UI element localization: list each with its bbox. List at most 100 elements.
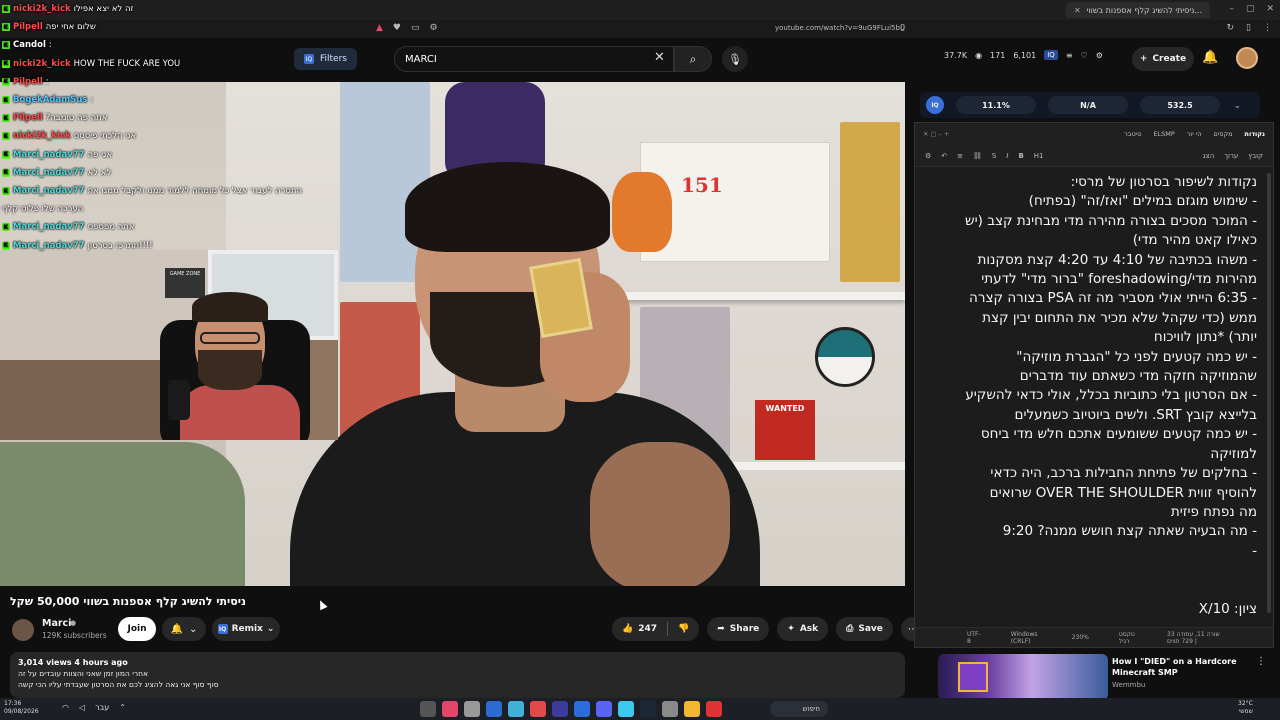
italic-icon[interactable]: I <box>1006 152 1008 160</box>
chat-username[interactable]: Marci_nadav77 <box>13 150 85 160</box>
notepad-tab[interactable]: מקסים <box>1214 130 1233 138</box>
chat-username[interactable]: nicki2k_kick <box>13 59 71 69</box>
app-icon-11[interactable] <box>640 701 656 717</box>
close-window-icon[interactable]: ✕ <box>1266 4 1274 14</box>
app-icon-10[interactable] <box>618 701 634 717</box>
chat-username[interactable]: nicki2k_kick <box>13 131 71 141</box>
notepad-tab[interactable]: ELSMP <box>1153 130 1174 138</box>
video-description[interactable]: 3,014 views 4 hours ago אחרי המון זמן שא… <box>10 652 905 698</box>
minimize-icon[interactable]: – <box>1229 4 1234 14</box>
search-input[interactable]: MARCI <box>394 46 674 72</box>
volume-icon[interactable]: ◁ <box>79 703 85 712</box>
subscription-bell-button[interactable]: 🔔 ⌄ <box>162 617 206 641</box>
menu-file[interactable]: קובץ <box>1248 152 1263 160</box>
chat-username[interactable]: BogekAdamSus <box>13 95 87 105</box>
account-avatar[interactable] <box>1236 47 1258 69</box>
close-tab-icon[interactable]: ✕ <box>1074 6 1081 15</box>
warning-icon[interactable]: ▲ <box>376 23 383 33</box>
app-icon-8[interactable] <box>574 701 590 717</box>
app-icon-4[interactable] <box>486 701 502 717</box>
create-button[interactable]: + Create <box>1132 47 1194 71</box>
recommended-channel[interactable]: Wemmbu <box>1112 681 1145 689</box>
chat-username[interactable]: nicki2k_kick <box>13 4 71 14</box>
chat-username[interactable]: Marci_nadav77 <box>13 168 85 178</box>
window-controls[interactable]: ✕ ▢ – + <box>923 130 949 138</box>
app-icon-1[interactable] <box>420 701 436 717</box>
chat-username[interactable]: Candol <box>13 40 46 50</box>
chat-username[interactable]: Marci_nadav77 <box>13 186 85 196</box>
menu-icon[interactable]: ⋮ <box>1263 23 1272 33</box>
chat-username[interactable]: Pilpell <box>13 77 43 87</box>
channel-avatar[interactable] <box>12 619 34 641</box>
app-icon-7[interactable] <box>552 701 568 717</box>
save-button[interactable]: ⎙ Save <box>836 617 893 641</box>
share-button[interactable]: ➦ Share <box>707 617 770 641</box>
recommended-title[interactable]: How I "DIED" on a Hardcore Minecraft SMP <box>1112 656 1252 678</box>
app-icon-6[interactable] <box>530 701 546 717</box>
site-settings-icon[interactable]: ⚙ <box>430 23 438 33</box>
extension-logo-icon[interactable]: IQ <box>926 96 944 114</box>
taskbar-search[interactable]: חיפוש <box>770 701 828 717</box>
join-button[interactable]: Join <box>118 617 156 641</box>
clock[interactable]: 17:36 09/08/2026 <box>4 700 39 716</box>
more-icon[interactable]: ⋮ <box>1256 656 1266 667</box>
recommended-thumbnail[interactable] <box>938 654 1108 700</box>
chat-username[interactable]: Pilpell <box>13 22 43 32</box>
clear-search-icon[interactable]: ✕ <box>654 50 665 65</box>
split-icon[interactable]: ▯ <box>1246 23 1251 33</box>
app-icon-2[interactable] <box>442 701 458 717</box>
ask-label: Ask <box>799 624 819 634</box>
remix-button[interactable]: IQ Remix ⌄ <box>212 617 280 641</box>
chat-username[interactable]: Pilpell <box>13 113 43 123</box>
bookmark-icon[interactable]: ▯ <box>900 23 905 33</box>
chat-username[interactable]: Marci_nadav77 <box>13 222 85 232</box>
notifications-icon[interactable]: 🔔 <box>1202 50 1218 65</box>
notepad-scrollbar[interactable] <box>1267 173 1271 613</box>
search-button[interactable]: ⌕ <box>674 46 712 72</box>
poster-right <box>840 122 900 282</box>
ext-badge-icon[interactable]: IQ <box>1044 50 1058 60</box>
undo-icon[interactable]: ↶ <box>941 152 947 160</box>
notepad-text-area[interactable]: נקודות לשיפור בסרטון של מרסי: - שימוש מוג… <box>915 169 1267 625</box>
maximize-icon[interactable]: ▢ <box>1246 4 1255 14</box>
chevron-down-icon[interactable]: ⌄ <box>1234 101 1241 110</box>
url-text[interactable]: youtube.com/watch?v=9uG9FLui5bU <box>775 24 905 32</box>
screen-icon[interactable]: ▭ <box>411 23 420 33</box>
dislike-button[interactable]: 👎 <box>668 617 699 641</box>
heart-icon[interactable]: ♡ <box>1081 51 1088 60</box>
app-icon-14[interactable] <box>706 701 722 717</box>
channel-name[interactable]: Marci <box>42 618 71 629</box>
strikethrough-icon[interactable]: S <box>992 152 996 160</box>
extension-icon[interactable]: ♥ <box>393 23 401 33</box>
bold-icon[interactable]: B <box>1018 152 1023 160</box>
filters-button[interactable]: IQ Filters <box>294 48 357 70</box>
recommended-video[interactable]: How I "DIED" on a Hardcore Minecraft SMP… <box>938 654 1270 700</box>
notepad-window: ✕ ▢ – + טיטבר ELSMP הי יור מקסים נקודות ⚙ ↶ … <box>914 122 1274 648</box>
tray-expand-icon[interactable]: ⌃ <box>119 703 126 712</box>
app-icon-5[interactable] <box>508 701 524 717</box>
app-icon-3[interactable] <box>464 701 480 717</box>
app-icon-9[interactable] <box>596 701 612 717</box>
notepad-tab[interactable]: הי יור <box>1187 130 1202 138</box>
list-icon[interactable]: ≡ <box>957 152 963 160</box>
gear-icon[interactable]: ⚙ <box>925 152 931 160</box>
app-icon-12[interactable] <box>662 701 678 717</box>
browser-tab[interactable]: ✕ ניסיתי להשיג קלף אספנות בשווי... <box>1065 2 1210 18</box>
menu-edit[interactable]: ערוך <box>1224 152 1238 160</box>
heading-button[interactable]: H1 <box>1034 152 1044 160</box>
chat-username[interactable]: Marci_nadav77 <box>13 241 85 251</box>
gear-icon[interactable]: ⚙ <box>1096 51 1103 60</box>
like-button[interactable]: 👍 247 <box>612 617 667 641</box>
ask-button[interactable]: ✦ Ask <box>777 617 829 641</box>
app-icon-13[interactable] <box>684 701 700 717</box>
notepad-tab[interactable]: נקודות <box>1245 130 1265 138</box>
voice-search-button[interactable]: 🎙 <box>722 46 748 72</box>
notepad-tab[interactable]: טיטבר <box>1124 130 1141 138</box>
wifi-icon[interactable]: ◠ <box>62 703 69 712</box>
reload-icon[interactable]: ↻ <box>1227 23 1235 33</box>
weather-widget[interactable]: 32°C שמשי <box>1238 700 1253 716</box>
language-indicator[interactable]: עבר <box>95 703 109 712</box>
menu-view[interactable]: הצג <box>1203 152 1215 160</box>
link-icon[interactable]: ⛓ <box>973 152 982 160</box>
list-icon[interactable]: ≡ <box>1066 51 1073 60</box>
